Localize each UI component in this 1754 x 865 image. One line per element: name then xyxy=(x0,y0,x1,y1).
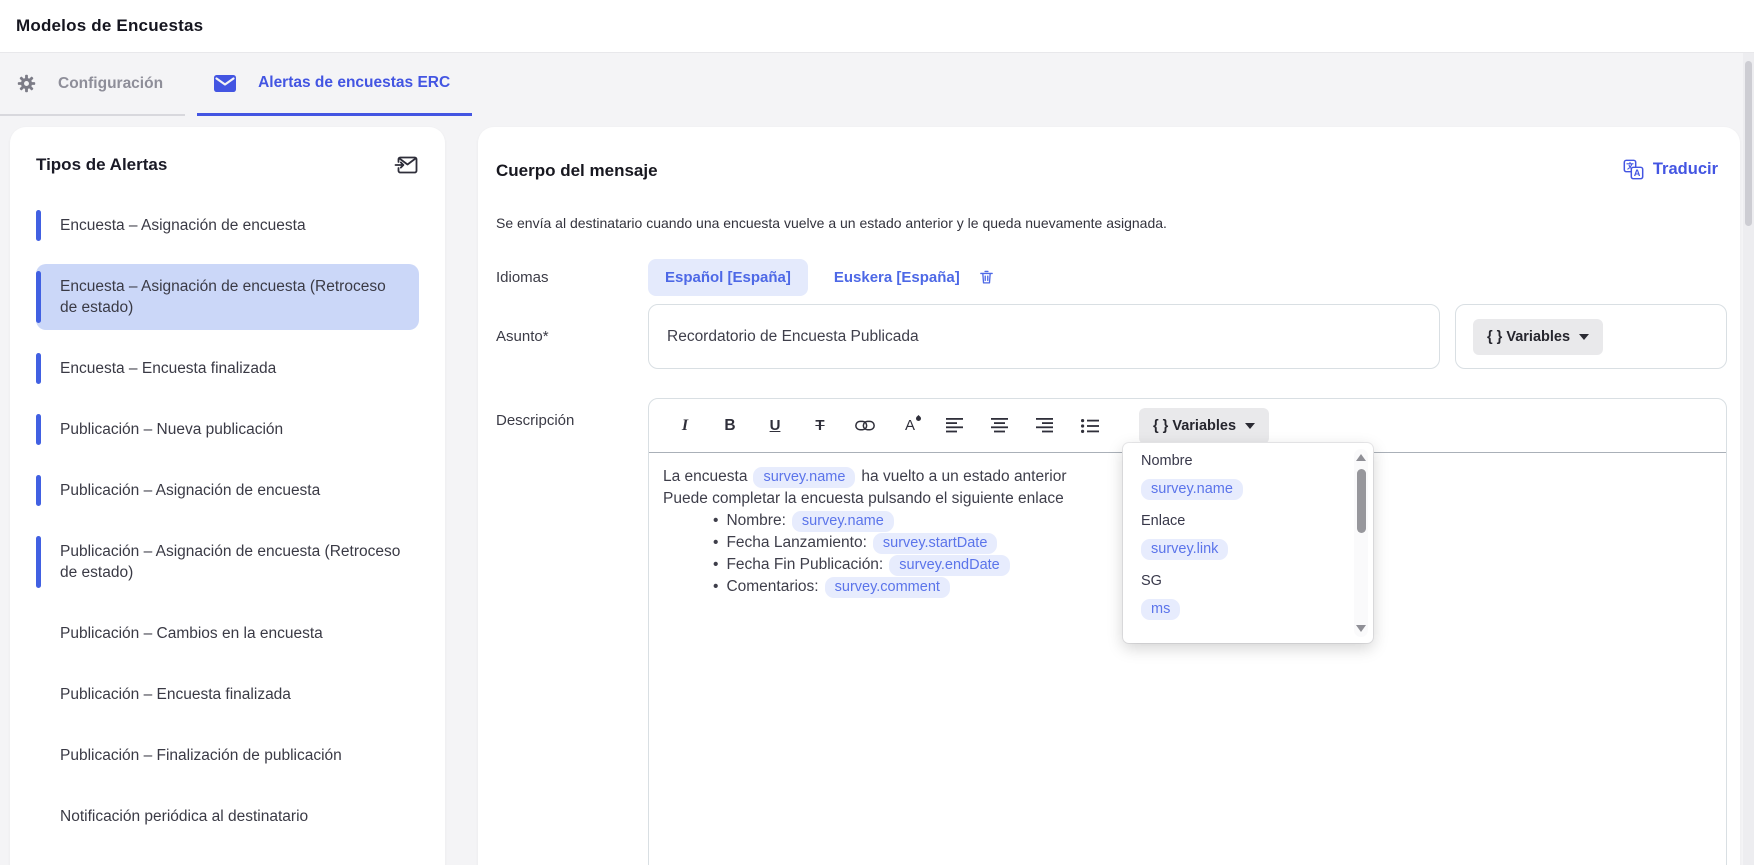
subject-variables-box: { } Variables xyxy=(1455,304,1727,369)
scroll-down-icon[interactable] xyxy=(1356,625,1366,632)
variable-group-label: Enlace xyxy=(1141,513,1333,529)
editor-variables-button[interactable]: { } Variables xyxy=(1139,408,1269,444)
idiomas-label: Idiomas xyxy=(496,269,648,286)
variable-chip: survey.name xyxy=(753,467,855,488)
variable-group-label: SG xyxy=(1141,573,1333,589)
tab-bar: Configuración Alertas de encuestas ERC xyxy=(0,53,472,116)
translate-icon: A xyxy=(1623,159,1644,180)
alert-item[interactable]: Publicación – Asignación de encuesta xyxy=(36,468,419,513)
tab-configuracion-label: Configuración xyxy=(58,75,163,93)
translate-button[interactable]: A Traducir xyxy=(1623,159,1718,180)
variable-group: Enlace survey.link xyxy=(1141,513,1333,560)
italic-icon[interactable]: I xyxy=(675,415,695,437)
variables-dropdown-panel: Nombre survey.name Enlace survey.link SG… xyxy=(1123,443,1373,643)
variable-chip: survey.endDate xyxy=(889,555,1009,576)
alert-item[interactable]: Publicación – Cambios en la encuesta xyxy=(36,611,419,656)
alert-types-panel: Tipos de Alertas Encuesta – Asignación d… xyxy=(10,127,445,865)
font-color-icon[interactable]: A xyxy=(900,415,920,437)
alert-type-list: Encuesta – Asignación de encuesta Encues… xyxy=(36,203,419,839)
svg-text:A: A xyxy=(1634,168,1641,178)
variable-chip: survey.name xyxy=(792,511,894,532)
scroll-up-icon[interactable] xyxy=(1356,454,1366,461)
align-left-icon[interactable] xyxy=(945,415,965,437)
page-scrollbar-thumb[interactable] xyxy=(1745,61,1752,226)
alert-types-title: Tipos de Alertas xyxy=(36,155,167,175)
language-chip-list: Español [España] Euskera [España] xyxy=(648,259,995,296)
alert-item[interactable]: Publicación – Encuesta finalizada xyxy=(36,672,419,717)
message-body-title: Cuerpo del mensaje xyxy=(496,161,658,181)
mail-icon xyxy=(214,75,236,92)
language-chip-euskera[interactable]: Euskera [España] xyxy=(834,269,960,286)
scrollbar-thumb[interactable] xyxy=(1357,469,1366,533)
link-icon[interactable] xyxy=(855,415,875,437)
chevron-down-icon xyxy=(1579,334,1589,340)
language-chip-espanol[interactable]: Español [España] xyxy=(648,259,808,296)
unordered-list-icon[interactable] xyxy=(1080,415,1100,437)
dropdown-scrollbar[interactable] xyxy=(1354,449,1368,637)
strikethrough-icon[interactable]: T xyxy=(810,415,830,437)
align-center-icon[interactable] xyxy=(990,415,1010,437)
page-scrollbar[interactable] xyxy=(1743,53,1754,865)
variable-chip: survey.startDate xyxy=(873,533,998,554)
page-title: Modelos de Encuestas xyxy=(16,16,203,36)
variable-group: SG ms xyxy=(1141,573,1333,620)
tab-alertas-erc-label: Alertas de encuestas ERC xyxy=(258,74,450,92)
asunto-label: Asunto* xyxy=(496,328,648,345)
descripcion-label: Descripción xyxy=(496,398,648,429)
message-description: Se envía al destinatario cuando una encu… xyxy=(496,215,1167,231)
subject-variables-button[interactable]: { } Variables xyxy=(1473,319,1603,355)
alert-item[interactable]: Encuesta – Asignación de encuesta xyxy=(36,203,419,248)
alert-item[interactable]: Notificación periódica al destinatario xyxy=(36,794,419,839)
translate-label: Traducir xyxy=(1653,160,1718,179)
top-header-bar: Modelos de Encuestas xyxy=(0,0,1754,53)
alert-item[interactable]: Publicación – Asignación de encuesta (Re… xyxy=(36,529,419,595)
message-body-panel: Cuerpo del mensaje A Traducir Se envía a… xyxy=(478,127,1740,865)
chevron-down-icon xyxy=(1245,423,1255,429)
trash-icon[interactable] xyxy=(978,268,995,286)
underline-icon[interactable]: U xyxy=(765,415,785,437)
tab-configuracion[interactable]: Configuración xyxy=(0,53,185,116)
bold-icon[interactable]: B xyxy=(720,415,740,437)
variable-group-label: Nombre xyxy=(1141,453,1333,469)
variable-option[interactable]: ms xyxy=(1141,599,1180,620)
droplet-icon xyxy=(915,414,922,421)
variable-group: Nombre survey.name xyxy=(1141,453,1333,500)
variable-option[interactable]: survey.name xyxy=(1141,479,1243,500)
variable-chip: survey.comment xyxy=(825,577,950,598)
alert-item[interactable]: Publicación – Finalización de publicació… xyxy=(36,733,419,778)
alert-item[interactable]: Encuesta – Encuesta finalizada xyxy=(36,346,419,391)
alert-item-selected[interactable]: Encuesta – Asignación de encuesta (Retro… xyxy=(36,264,419,330)
gear-icon xyxy=(17,74,36,93)
subject-input[interactable] xyxy=(648,304,1440,369)
mail-forward-icon[interactable] xyxy=(394,153,419,177)
tab-alertas-erc[interactable]: Alertas de encuestas ERC xyxy=(197,53,472,116)
alert-item[interactable]: Publicación – Nueva publicación xyxy=(36,407,419,452)
align-right-icon[interactable] xyxy=(1035,415,1055,437)
variable-option[interactable]: survey.link xyxy=(1141,539,1228,560)
